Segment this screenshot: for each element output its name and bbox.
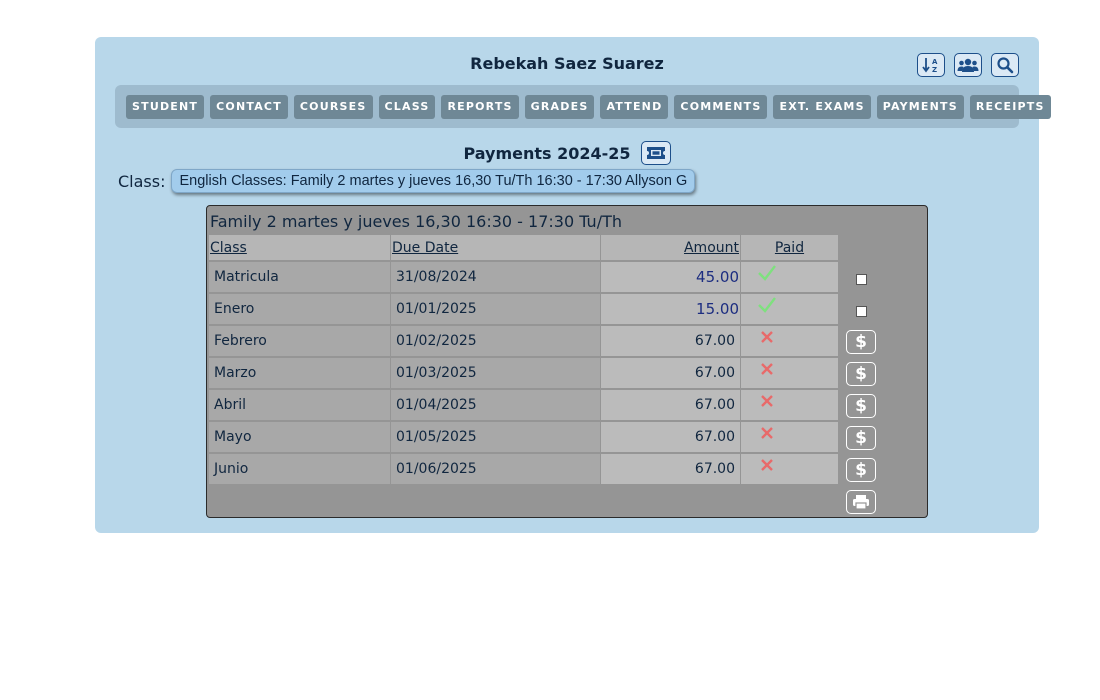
cell-class: Junio [209,454,390,484]
cell-due-date: 01/05/2025 [391,422,600,452]
cell-due-date: 01/04/2025 [391,390,600,420]
tab-payments[interactable]: PAYMENTS [876,94,964,119]
cell-due-date: 31/08/2024 [391,262,600,292]
cell-paid [741,454,838,484]
cell-amount: 15.00 [601,294,740,324]
users-group-button[interactable] [954,53,982,77]
unpaid-cross-icon [761,363,773,375]
class-label: Class: [118,171,166,191]
class-select-row: Class: English Classes: Family 2 martes … [118,169,696,193]
unpaid-cross-icon [761,459,773,471]
cell-class: Enero [209,294,390,324]
search-icon [997,57,1014,74]
sort-az-button[interactable]: A Z [917,53,945,77]
pay-button[interactable]: $ [846,426,876,450]
cell-paid [741,326,838,356]
header-amount[interactable]: Amount [601,235,740,260]
cell-class: Matricula [209,262,390,292]
cell-amount: 67.00 [601,390,740,420]
pay-button[interactable]: $ [846,362,876,386]
tab-ext-exams[interactable]: EXT. EXAMS [773,94,871,119]
pay-button[interactable]: $ [846,458,876,482]
unpaid-cross-icon [761,427,773,439]
main-panel: Rebekah Saez Suarez A Z STUDENT CONTACT … [95,37,1051,533]
paid-check-icon [758,297,776,313]
class-select[interactable]: English Classes: Family 2 martes y jueve… [171,169,696,193]
cell-paid [741,390,838,420]
ticket-button[interactable] [640,141,671,165]
cell-due-date: 01/03/2025 [391,358,600,388]
paid-check-icon [758,265,776,281]
cell-paid [741,294,838,324]
cell-paid [741,422,838,452]
select-checkbox[interactable] [856,306,867,317]
cell-amount: 67.00 [601,358,740,388]
cell-amount: 67.00 [601,422,740,452]
tab-reports[interactable]: REPORTS [441,94,519,119]
tab-receipts[interactable]: RECEIPTS [969,94,1051,119]
cell-amount: 67.00 [601,326,740,356]
cell-due-date: 01/01/2025 [391,294,600,324]
student-name: Rebekah Saez Suarez [470,54,664,73]
pay-button[interactable]: $ [846,394,876,418]
nav-tabs: STUDENT CONTACT COURSES CLASS REPORTS GR… [115,85,1051,128]
sort-az-icon: A Z [922,58,938,73]
tab-grades[interactable]: GRADES [524,94,595,119]
svg-text:Z: Z [932,66,937,73]
tab-student[interactable]: STUDENT [126,94,205,119]
unpaid-cross-icon [761,331,773,343]
cell-due-date: 01/06/2025 [391,454,600,484]
tab-comments[interactable]: COMMENTS [674,94,768,119]
select-checkbox[interactable] [856,274,867,285]
tab-courses[interactable]: COURSES [293,94,373,119]
cell-amount: 67.00 [601,454,740,484]
cell-class: Abril [209,390,390,420]
svg-text:A: A [932,58,938,66]
search-button[interactable] [991,53,1019,77]
cell-paid [741,262,838,292]
header-paid[interactable]: Paid [741,235,838,260]
pay-button[interactable]: $ [846,330,876,354]
payments-grid: Family 2 martes y jueves 16,30 16:30 - 1… [206,205,928,518]
top-toolbar: A Z [917,53,1019,77]
tab-contact[interactable]: CONTACT [210,94,288,119]
header-due-date[interactable]: Due Date [391,235,600,260]
tab-class[interactable]: CLASS [378,94,436,119]
printer-icon [853,495,869,510]
cell-paid [741,358,838,388]
ticket-icon [646,147,665,159]
print-button[interactable] [846,490,876,514]
cell-due-date: 01/02/2025 [391,326,600,356]
users-group-icon [957,58,979,72]
cell-amount: 45.00 [601,262,740,292]
cell-class: Mayo [209,422,390,452]
unpaid-cross-icon [761,395,773,407]
tab-attend[interactable]: ATTEND [600,94,669,119]
header-class[interactable]: Class [209,235,390,260]
cell-class: Marzo [209,358,390,388]
grid-title: Family 2 martes y jueves 16,30 16:30 - 1… [210,212,622,231]
payments-title: Payments 2024-25 [463,143,631,163]
payments-header: Payments 2024-25 [95,141,1039,165]
cell-class: Febrero [209,326,390,356]
